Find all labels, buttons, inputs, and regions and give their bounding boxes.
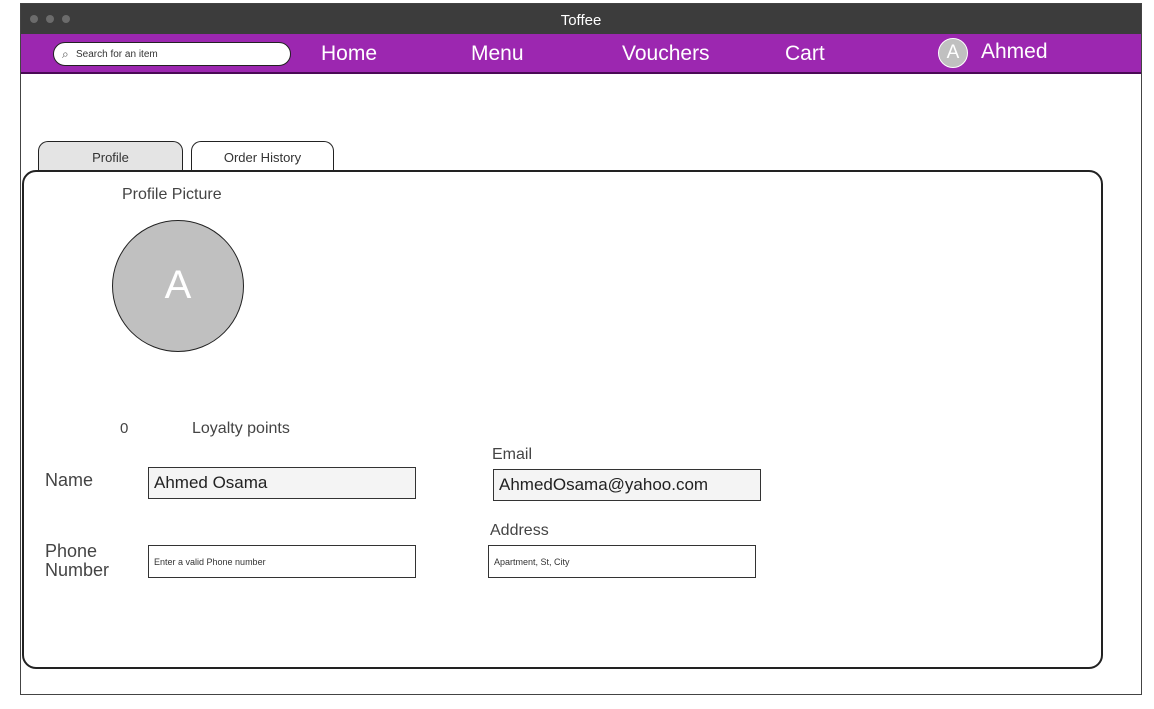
name-field[interactable] bbox=[148, 467, 416, 499]
user-name-link[interactable]: Ahmed bbox=[981, 40, 1048, 64]
search-icon: ⌕ bbox=[62, 47, 69, 61]
search-box[interactable]: ⌕ bbox=[53, 42, 291, 66]
nav-link-vouchers[interactable]: Vouchers bbox=[622, 42, 710, 66]
profile-avatar[interactable]: A bbox=[112, 220, 244, 352]
phone-number-field[interactable] bbox=[148, 545, 416, 578]
profile-picture-label: Profile Picture bbox=[122, 186, 222, 203]
name-label: Name bbox=[45, 470, 94, 490]
user-avatar[interactable]: A bbox=[938, 38, 968, 68]
search-input[interactable] bbox=[76, 45, 276, 63]
nav-link-cart[interactable]: Cart bbox=[785, 42, 825, 66]
email-field[interactable] bbox=[493, 469, 761, 501]
title-bar: Toffee bbox=[21, 4, 1141, 34]
loyalty-points-value: 0 bbox=[120, 420, 129, 437]
window-title: Toffee bbox=[560, 12, 602, 29]
profile-panel: Profile Picture A 0 Loyalty points Name … bbox=[22, 170, 1103, 669]
nav-link-menu[interactable]: Menu bbox=[471, 42, 524, 66]
app-window: Toffee ⌕ Home Menu Vouchers Cart A Ahmed… bbox=[20, 3, 1142, 695]
loyalty-points-label: Loyalty points bbox=[192, 420, 290, 437]
address-field[interactable] bbox=[488, 545, 756, 578]
email-label: Email bbox=[492, 446, 533, 463]
nav-link-home[interactable]: Home bbox=[321, 42, 377, 66]
top-navbar: ⌕ Home Menu Vouchers Cart A Ahmed bbox=[21, 34, 1141, 74]
address-label: Address bbox=[490, 522, 549, 539]
phone-number-label: Phone Number bbox=[45, 541, 110, 580]
